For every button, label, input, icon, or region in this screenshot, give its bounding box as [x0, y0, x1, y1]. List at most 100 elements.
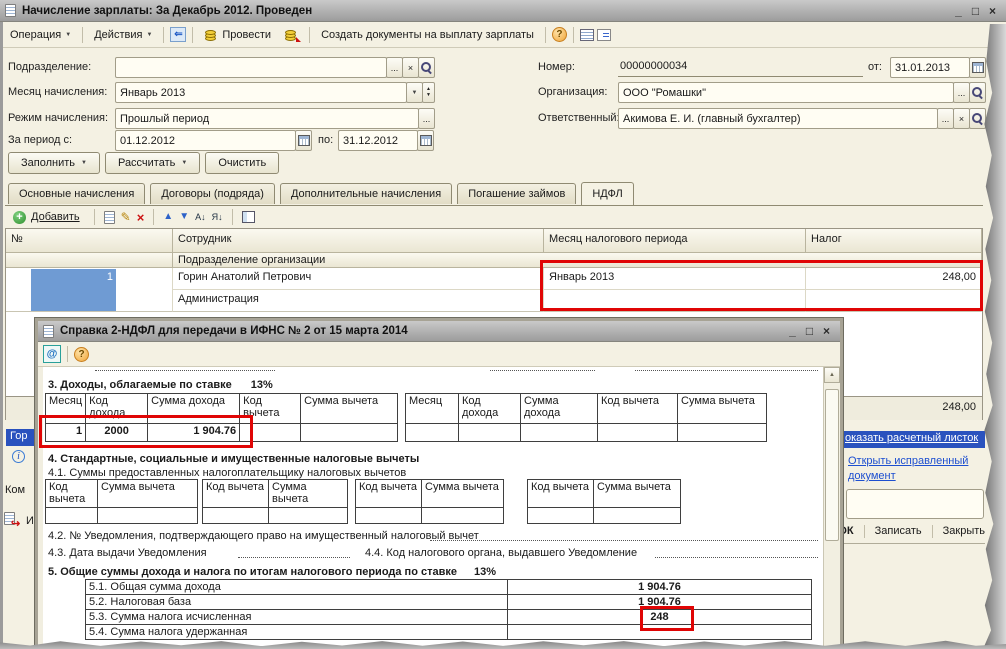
add-row-button[interactable]: + Добавить — [8, 209, 85, 226]
accrual-mode-value: Прошлый период — [120, 112, 210, 125]
structure-settings-icon[interactable] — [596, 28, 611, 41]
tab-ndfl[interactable]: НДФЛ — [581, 182, 634, 205]
delete-row-icon[interactable]: × — [137, 210, 145, 225]
open-corrected-doc-link[interactable]: Открыть исправленный документ — [848, 454, 988, 484]
fill-in-line — [655, 544, 818, 558]
calendar-icon — [419, 135, 432, 146]
move-down-icon[interactable]: ▼ — [179, 212, 189, 222]
doc-date-field[interactable]: 31.01.2013 — [890, 57, 986, 78]
calendar-button[interactable] — [969, 57, 986, 78]
grid-header-month[interactable]: Месяц налогового периода — [544, 229, 806, 253]
tab-main-accruals[interactable]: Основные начисления — [8, 183, 146, 204]
grid-header-employee[interactable]: Сотрудник — [173, 229, 544, 253]
section5-heading: 5. Общие суммы дохода и налога по итогам… — [48, 566, 497, 578]
col-header: Месяц — [405, 393, 459, 424]
section44-text: 4.4. Код налогового органа, выдавшего Ув… — [365, 547, 638, 559]
close-button[interactable]: × — [984, 4, 1001, 18]
actions-menu-label: Действия — [94, 28, 143, 41]
fill-label: Заполнить — [21, 157, 76, 169]
tab-loan-repayment[interactable]: Погашение займов — [457, 183, 577, 204]
grid-cell-department[interactable]: Администрация — [173, 290, 544, 312]
info-icon[interactable]: i — [12, 450, 25, 463]
ellipsis-button[interactable]: ... — [386, 57, 403, 78]
scrollbar-thumb[interactable] — [825, 389, 839, 541]
actions-menu-button[interactable]: Действия ▼ — [89, 27, 157, 43]
payslip-link[interactable]: оказать расчетный листок — [843, 431, 985, 448]
post-document-button[interactable]: Провести — [199, 26, 276, 43]
dialog-maximize-button[interactable]: □ — [801, 324, 818, 338]
sort-asc-icon[interactable]: А↓ — [195, 212, 206, 222]
income-table-right: Месяц Код дохода Сумма дохода Код вычета… — [405, 393, 767, 442]
fill-button[interactable]: Заполнить ▼ — [8, 152, 100, 174]
vertical-scrollbar[interactable]: ▲ — [823, 367, 840, 646]
copy-row-icon[interactable] — [103, 210, 115, 224]
dialog-close-button[interactable]: × — [818, 324, 835, 338]
responsible-field[interactable]: Акимова Е. И. (главный бухгалтер) ... × — [618, 108, 986, 129]
department-field[interactable]: ... × — [115, 57, 435, 78]
accrual-month-value: Январь 2013 — [120, 86, 186, 99]
calendar-button[interactable] — [295, 130, 312, 151]
organization-field[interactable]: ООО "Ромашки" ... — [618, 82, 986, 103]
sort-desc-icon[interactable]: Я↓ — [212, 212, 223, 222]
accrual-month-field[interactable]: Январь 2013 ▼ ▲ ▼ — [115, 82, 435, 103]
operation-menu-button[interactable]: Операция ▼ — [5, 27, 76, 43]
period-from-field[interactable]: 01.12.2012 — [115, 130, 312, 151]
comment-field-fragment[interactable] — [846, 489, 984, 519]
col-header: Код вычета — [202, 479, 269, 508]
maximize-button[interactable]: □ — [967, 4, 984, 18]
help-icon[interactable]: ? — [551, 27, 567, 42]
move-up-icon[interactable]: ▲ — [163, 212, 173, 222]
dialog-minimize-button[interactable]: _ — [784, 324, 801, 338]
spin-button[interactable]: ▲ ▼ — [422, 82, 435, 103]
clear-icon[interactable]: × — [402, 57, 419, 78]
calculate-label: Рассчитать — [117, 157, 176, 169]
tab-additional-accruals[interactable]: Дополнительные начисления — [279, 183, 453, 204]
tab-label: Основные начисления — [19, 188, 135, 200]
accrual-mode-field[interactable]: Прошлый период ... — [115, 108, 435, 129]
period-from-value: 01.12.2012 — [120, 134, 176, 147]
search-icon-button[interactable] — [969, 108, 986, 129]
create-payout-docs-button[interactable]: Создать документы на выплату зарплаты — [316, 27, 539, 43]
ellipsis-button[interactable]: ... — [953, 82, 970, 103]
post-and-close-icon-button[interactable] — [279, 26, 303, 43]
command-bar: Заполнить ▼ Рассчитать ▼ Очистить — [8, 152, 280, 174]
goto-list-icon-button[interactable]: ⇐ — [170, 27, 187, 42]
search-icon-button[interactable] — [969, 82, 986, 103]
ellipsis-button[interactable]: ... — [418, 108, 435, 129]
search-icon-button[interactable] — [418, 57, 435, 78]
clear-button[interactable]: Очистить — [205, 152, 280, 174]
create-payout-docs-label: Создать документы на выплату зарплаты — [321, 28, 534, 41]
minimize-button[interactable]: _ — [950, 4, 967, 18]
list-settings-icon[interactable] — [579, 28, 594, 41]
calculate-button[interactable]: Рассчитать ▼ — [104, 152, 201, 174]
highlight-box-income-row — [39, 415, 253, 448]
department-label: Подразделение: — [8, 61, 92, 73]
send-email-icon[interactable]: @ — [43, 345, 61, 363]
tab-contracts[interactable]: Договоры (подряда) — [150, 183, 275, 204]
grid-header-num[interactable]: № — [6, 229, 173, 253]
close-doc-button[interactable]: Закрыть — [943, 525, 985, 537]
tab-label: Дополнительные начисления — [290, 188, 442, 200]
dialog-help-icon[interactable]: ? — [74, 346, 89, 362]
toolbar-separator — [544, 26, 546, 43]
organization-label: Организация: — [538, 86, 608, 98]
column-settings-icon[interactable] — [241, 211, 255, 223]
ellipsis-button[interactable]: ... — [937, 108, 954, 129]
number-label: Номер: — [538, 61, 575, 73]
chevron-down-icon: ▼ — [146, 31, 153, 38]
calendar-button[interactable] — [417, 130, 434, 151]
number-value: 00000000034 — [620, 60, 688, 72]
save-button[interactable]: Записать — [875, 525, 922, 537]
grid-header-tax[interactable]: Налог — [806, 229, 982, 253]
number-field[interactable]: 00000000034 — [618, 58, 863, 77]
period-to-field[interactable]: 31.12.2012 — [338, 130, 434, 151]
clear-icon[interactable]: × — [953, 108, 970, 129]
bottom-label-fragment: И — [26, 515, 34, 527]
dialog-title: Справка 2-НДФЛ для передачи в ИФНС № 2 о… — [60, 325, 408, 337]
toolbar-separator — [192, 26, 194, 43]
grid-cell-employee[interactable]: Горин Анатолий Петрович — [173, 268, 544, 290]
row-selection-marker[interactable]: 1 — [31, 269, 116, 311]
scroll-up-button[interactable]: ▲ — [824, 367, 840, 383]
edit-row-icon[interactable]: ✎ — [121, 210, 131, 224]
toolbar-separator — [93, 209, 95, 225]
